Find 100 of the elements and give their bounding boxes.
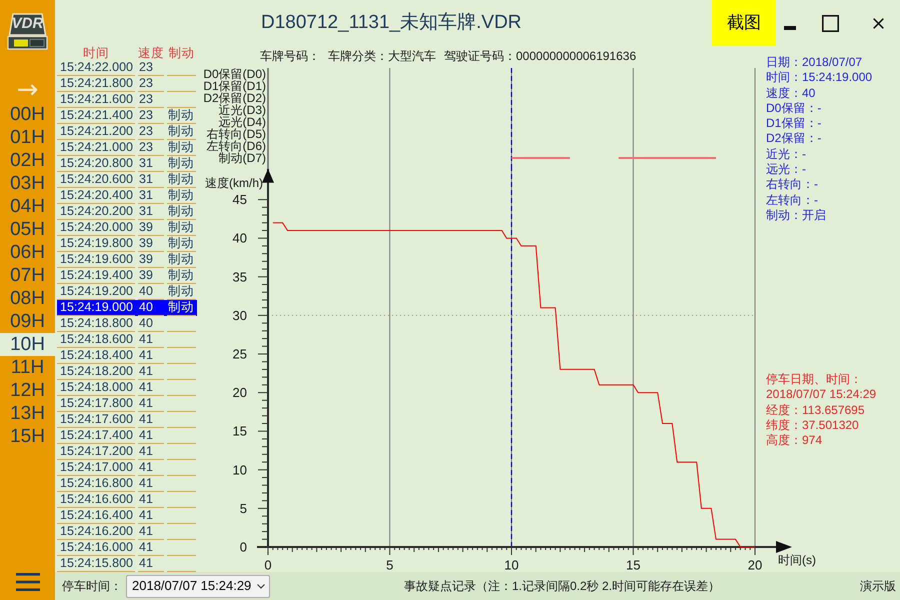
tick-label: 35 [232,269,247,284]
table-cell: 15:24:17.400 [57,428,135,444]
stop-detail-text: 2018/07/07 15:24:29 [766,387,876,403]
table-cell: 15:24:16.600 [57,492,135,508]
table-cell: 41 [138,476,164,492]
axis-title: 速度(km/h) [205,176,263,190]
table-cell: 制动 [167,156,196,172]
lane-label: D0保留(D0) [203,67,266,81]
table-cell: 15:24:17.200 [57,444,135,460]
column-header: 速度 [138,46,164,60]
table-cell: 15:24:18.400 [57,348,135,364]
lane-label: 制动(D7) [218,151,266,165]
table-cell: 23 [138,76,164,92]
table-cell: 15:24:18.200 [57,364,135,380]
table-cell: 15:24:16.800 [57,476,135,492]
lane-label: 右转向(D5) [206,127,266,141]
window-title: D180712_1131_未知车牌.VDR [261,11,522,35]
stop-detail-text: 经度：113.657695 [766,402,866,418]
tick-label: 40 [232,230,247,246]
table-cell: 31 [138,172,164,188]
table-cell: 15:24:20.000 [57,220,135,236]
table-cell: 15:24:17.600 [57,412,135,428]
stop-detail-text: 纬度：37.501320 [766,418,860,434]
table-cell: 41 [138,540,164,556]
edition-label: 演示版 [860,578,896,595]
table-cell: 23 [138,92,164,108]
stop-detail-text: 停车日期、时间： [766,372,863,388]
tick-label: 10 [504,558,519,572]
table-cell: 15:24:16.400 [57,508,135,524]
table-cell: 制动 [167,172,196,188]
tick-label: 0 [240,540,247,554]
table-cell: 23 [138,108,164,124]
table-cell: 制动 [167,204,196,220]
table-cell: 31 [138,156,164,172]
lane-label: 左转向(D6) [206,139,266,153]
lane-label: 近光(D3) [218,103,266,117]
tick-label: 15 [626,558,640,572]
table-cell: 15:24:18.600 [57,332,135,348]
table-cell: 41 [138,460,164,476]
table-cell: 41 [138,524,164,540]
table-cell: 41 [138,380,164,396]
table-cell: 15:24:20.600 [57,172,135,188]
table-cell: 制动 [167,188,196,204]
table-cell: 41 [138,508,164,524]
table-cell: 39 [138,220,164,236]
table-cell: 15:24:16.000 [57,540,135,556]
table-cell: 41 [138,332,164,348]
record-detail-text: 制动：开启 [766,208,827,224]
table-cell: 15:24:17.800 [57,396,135,412]
tick-label: 20 [748,558,762,572]
tick-label: 15 [232,424,247,439]
table-cell: 41 [138,348,164,364]
table-cell: 40 [138,300,164,316]
table-cell: 41 [138,412,164,428]
table-cell: 制动 [167,252,196,268]
table-cell: 31 [138,204,164,220]
table-cell: 15:24:18.000 [57,380,135,396]
table-cell: 15:24:21.000 [57,140,135,156]
record-detail-text: 右转向：- [766,177,819,193]
record-detail-text: 近光：- [766,146,807,162]
table-cell: 15:24:21.200 [57,124,135,140]
lane-label: D2保留(D2) [203,91,266,105]
table-cell: 41 [138,444,164,460]
table-cell: 制动 [167,268,196,284]
table-cell: 制动 [167,124,196,140]
vehicle-info-text: 车牌分类：大型汽车 [328,48,436,65]
lane-label: 远光(D4) [218,115,266,129]
table-cell: 40 [138,316,164,332]
tick-label: 0 [264,558,272,572]
table-cell: 15:24:20.800 [57,156,135,172]
record-detail-text: 时间：15:24:19.000 [766,70,872,86]
lane-label: D1保留(D1) [203,79,266,93]
tick-label: 30 [232,308,247,323]
table-cell: 41 [138,364,164,380]
table-cell: 15:24:21.800 [57,76,135,92]
table-cell: 15:24:19.800 [57,236,135,252]
status-note: 事故疑点记录（注：1.记录间隔0.2秒 2.时间可能存在误差） [404,578,720,595]
tick-label: 5 [240,500,247,516]
table-cell: 39 [138,268,164,284]
table-cell: 15:24:20.400 [57,188,135,204]
table-cell: 15:24:18.800 [57,316,135,332]
record-detail-text: D1保留：- [766,116,822,132]
table-cell: 制动 [167,220,196,236]
table-cell: 15:24:22.000 [57,60,135,76]
record-detail-text: D0保留：- [766,100,822,116]
table-cell: 23 [138,60,164,76]
tick-label: 10 [232,462,247,478]
table-cell: 15:24:20.200 [57,204,135,220]
record-detail-text: D2保留：- [766,131,822,147]
table-cell: 31 [138,188,164,204]
vehicle-info-text: 驾驶证号码：000000000006191636 [444,48,636,65]
table-cell: 39 [138,252,164,268]
table-cell: 15:24:21.400 [57,108,135,124]
record-detail-text: 日期：2018/07/07 [766,55,864,70]
axis-title: 时间(s) [778,553,816,567]
table-cell: 制动 [167,236,196,252]
column-header: 时间 [83,46,109,60]
table-cell: 15:24:19.600 [57,252,135,268]
table-cell: 39 [138,236,164,252]
table-cell: 制动 [167,140,196,156]
